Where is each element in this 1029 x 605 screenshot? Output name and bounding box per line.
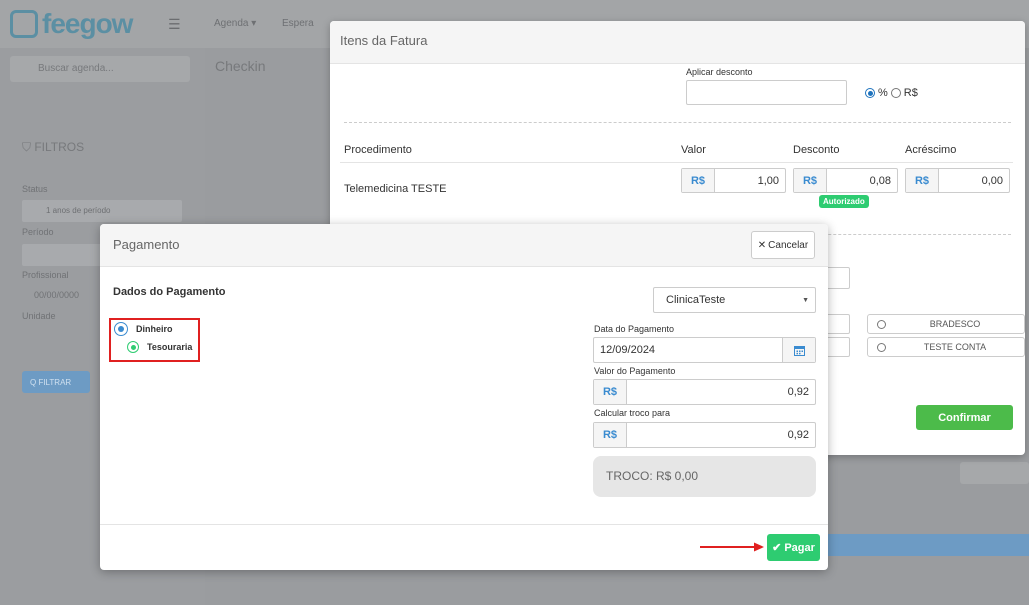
valor-field[interactable]: R$ 1,00 <box>681 168 786 193</box>
discount-label: Aplicar desconto <box>686 67 753 77</box>
date-label: Data do Pagamento <box>594 324 675 334</box>
nav-agenda[interactable]: Agenda ▾ <box>214 18 256 29</box>
filter-button-label: Q FILTRAR <box>30 378 72 387</box>
bank-radio <box>877 319 886 329</box>
valor-pagamento-value: 0,92 <box>787 386 809 398</box>
bank-label: BRADESCO <box>929 319 981 329</box>
check-icon: ✔ <box>772 542 782 554</box>
filter-heading-text: FILTROS <box>34 140 85 154</box>
pagamento-header: Pagamento ✕ Cancelar <box>100 224 828 267</box>
field-profissional: 00/00/0000 <box>34 290 80 300</box>
bank-option-bradesco[interactable]: BRADESCO <box>867 314 1025 334</box>
clinic-value: ClinicaTeste <box>666 294 726 306</box>
nav-espera[interactable]: Espera <box>282 18 314 29</box>
desconto-value: 0,08 <box>869 175 891 187</box>
filter-button[interactable]: Q FILTRAR <box>22 371 90 393</box>
col-desconto: Desconto <box>793 144 840 156</box>
pagamento-modal: Pagamento ✕ Cancelar Dados do Pagamento … <box>100 224 828 570</box>
date-field[interactable]: 12/09/2024 <box>593 337 816 363</box>
troco-label: Calcular troco para <box>594 408 671 418</box>
arrow-icon <box>700 542 764 552</box>
col-acrescimo: Acréscimo <box>905 144 957 156</box>
currency-label: R$ <box>906 169 939 192</box>
page-title: Checkin <box>215 58 266 74</box>
divider <box>344 122 1011 123</box>
currency-label: R$ <box>682 169 715 192</box>
valor-pagamento-field[interactable]: R$ 0,92 <box>593 379 816 405</box>
discount-percent-radio[interactable] <box>865 88 875 98</box>
troco-result: TROCO: R$ 0,00 <box>593 456 816 497</box>
currency-label: R$ <box>594 380 627 404</box>
acrescimo-value: 0,00 <box>981 175 1003 187</box>
radio-selected-icon <box>127 341 139 353</box>
chevron-down-icon: ▼ <box>802 297 809 304</box>
method-dinheiro-label: Dinheiro <box>136 324 173 334</box>
fatura-title: Itens da Fatura <box>330 21 1025 64</box>
pay-label: Pagar <box>784 541 815 554</box>
bank-radio <box>877 342 886 352</box>
date-value: 12/09/2024 <box>600 344 656 356</box>
menu-icon[interactable]: ☰ <box>168 16 181 33</box>
procedure-name: Telemedicina TESTE <box>344 183 447 195</box>
label-periodo: Período <box>22 227 54 237</box>
clinic-select[interactable]: ClinicaTeste ▼ <box>653 287 816 313</box>
valor-label: Valor do Pagamento <box>594 366 676 376</box>
troco-field[interactable]: R$ 0,92 <box>593 422 816 448</box>
authorized-badge: Autorizado <box>819 195 869 208</box>
pagamento-title: Pagamento <box>113 237 180 252</box>
bank-option-teste-conta[interactable]: TESTE CONTA <box>867 337 1025 357</box>
col-procedimento: Procedimento <box>344 144 412 156</box>
valor-value: 1,00 <box>757 175 779 187</box>
radio-selected-icon <box>114 322 128 336</box>
field-status-value: 1 anos de período <box>46 206 111 215</box>
footer-divider <box>100 524 828 525</box>
filter-heading: ⛉ FILTROS <box>22 140 84 155</box>
bank-label: TESTE CONTA <box>923 342 987 352</box>
table-header-line <box>340 162 1013 163</box>
confirm-button[interactable]: Confirmar <box>916 405 1013 430</box>
label-profissional: Profissional <box>22 270 69 280</box>
method-tesouraria[interactable]: Tesouraria <box>127 341 192 353</box>
label-unidade: Unidade <box>22 311 56 321</box>
method-dinheiro[interactable]: Dinheiro <box>114 322 173 336</box>
logo-icon <box>10 10 38 38</box>
troco-input-value: 0,92 <box>787 429 809 441</box>
acrescimo-field[interactable]: R$ 0,00 <box>905 168 1010 193</box>
discount-currency-radio[interactable] <box>890 88 901 98</box>
close-icon: ✕ <box>757 239 767 251</box>
discount-currency-label: R$ <box>903 87 918 99</box>
discount-percent-label: % <box>878 87 888 99</box>
cancel-button[interactable]: ✕ Cancelar <box>751 231 815 259</box>
currency-label: R$ <box>594 423 627 447</box>
background-field <box>960 462 1029 484</box>
label-status: Status <box>22 184 48 194</box>
field-status[interactable]: 1 anos de período <box>22 200 182 222</box>
discount-type-group: % R$ <box>865 87 918 99</box>
filter-icon: ⛉ <box>22 140 35 154</box>
discount-input[interactable] <box>686 80 847 105</box>
method-tesouraria-label: Tesouraria <box>147 342 193 352</box>
currency-label: R$ <box>794 169 827 192</box>
cancel-label: Cancelar <box>768 239 809 251</box>
pay-button[interactable]: ✔ Pagar <box>767 534 820 561</box>
logo: feegow <box>42 8 133 39</box>
col-valor: Valor <box>681 144 706 156</box>
desconto-field[interactable]: R$ 0,08 <box>793 168 898 193</box>
search-input[interactable]: Buscar agenda... <box>10 56 190 82</box>
calendar-icon[interactable] <box>782 338 815 362</box>
section-title: Dados do Pagamento <box>113 286 226 298</box>
